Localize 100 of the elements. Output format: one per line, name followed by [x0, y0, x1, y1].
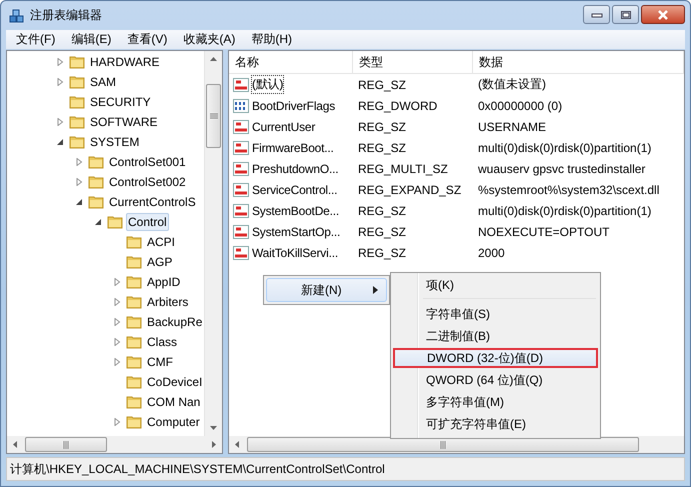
submenu-arrow-icon	[373, 286, 378, 294]
folder-icon	[126, 295, 142, 309]
value-data: %systemroot%\system32\scext.dll	[477, 182, 660, 196]
value-data: wuauserv gpsvc trustedinstaller	[477, 162, 646, 176]
scrollbar-thumb[interactable]	[25, 437, 107, 452]
value-type: REG_SZ	[357, 204, 408, 218]
expand-triangle-icon[interactable]	[56, 118, 64, 126]
folder-icon	[126, 335, 142, 349]
folder-icon	[69, 115, 85, 129]
close-icon	[657, 10, 669, 20]
value-name[interactable]: BootDriverFlags	[251, 98, 336, 114]
tree-item[interactable]: SOFTWARE	[88, 113, 160, 131]
column-header[interactable]: 数据	[473, 51, 684, 73]
string-value-icon	[233, 224, 249, 238]
string-value-icon	[233, 140, 249, 154]
menu-item[interactable]: 帮助(H)	[243, 31, 300, 48]
tree-item[interactable]: Computer	[145, 413, 202, 431]
menu-item[interactable]: 新建(N)	[266, 278, 387, 302]
menu-item[interactable]: 多字符串值(M)	[393, 392, 598, 412]
tree-item[interactable]: ControlSet002	[107, 173, 188, 191]
folder-icon	[69, 95, 85, 109]
tree-item[interactable]: SECURITY	[88, 93, 153, 111]
collapse-triangle-icon[interactable]	[56, 138, 64, 146]
value-data: NOEXECUTE=OPTOUT	[477, 224, 610, 238]
tree-item[interactable]: SAM	[88, 73, 118, 91]
folder-icon	[126, 355, 142, 369]
value-type: REG_DWORD	[357, 98, 438, 112]
column-header[interactable]: 类型	[353, 51, 473, 73]
horizontal-scrollbar[interactable]	[7, 436, 222, 453]
tree-item[interactable]: CurrentControlS	[107, 193, 198, 211]
expand-triangle-icon[interactable]	[75, 178, 83, 186]
value-type: REG_EXPAND_SZ	[357, 182, 462, 196]
tree-item[interactable]: Arbiters	[145, 293, 190, 311]
value-name[interactable]: SystemStartOp...	[251, 224, 342, 240]
maximize-button[interactable]	[612, 5, 639, 24]
expand-triangle-icon[interactable]	[113, 318, 121, 326]
window-title: 注册表编辑器	[30, 7, 102, 24]
tree-item[interactable]: HARDWARE	[88, 53, 162, 71]
expand-triangle-icon[interactable]	[56, 58, 64, 66]
value-data: 2000	[477, 246, 506, 260]
tree-item[interactable]: ACPI	[145, 233, 178, 251]
scrollbar-thumb[interactable]	[206, 84, 221, 148]
maximize-icon	[620, 10, 632, 20]
menu-item[interactable]: 查看(V)	[119, 31, 176, 48]
folder-icon	[126, 235, 142, 249]
expand-triangle-icon[interactable]	[113, 278, 121, 286]
column-header[interactable]: 名称	[229, 51, 353, 73]
value-name[interactable]: SystemBootDe...	[251, 202, 340, 218]
tree-item[interactable]: CMF	[145, 353, 175, 371]
menu-item[interactable]: 编辑(E)	[63, 31, 120, 48]
menu-item[interactable]: 文件(F)	[8, 31, 64, 48]
menu-item[interactable]: 项(K)	[393, 275, 598, 295]
value-name[interactable]: ServiceControl...	[251, 182, 338, 198]
value-type: REG_MULTI_SZ	[357, 162, 449, 176]
tree-item[interactable]: AppID	[145, 273, 182, 291]
tree-item[interactable]: Class	[145, 333, 180, 351]
value-type: REG_SZ	[357, 120, 408, 134]
menu-item[interactable]: 收藏夹(A)	[175, 31, 244, 48]
menu-item[interactable]: DWORD (32-位)值(D)	[393, 348, 598, 368]
expand-triangle-icon[interactable]	[113, 298, 121, 306]
folder-icon	[126, 275, 142, 289]
menu-item[interactable]: 可扩充字符串值(E)	[393, 414, 598, 434]
menu-item[interactable]: 二进制值(B)	[393, 326, 598, 346]
expand-triangle-icon[interactable]	[113, 338, 121, 346]
collapse-triangle-icon[interactable]	[75, 198, 83, 206]
value-name[interactable]: WaitToKillServi...	[251, 244, 339, 260]
folder-icon	[126, 415, 142, 429]
scrollbar-thumb[interactable]	[247, 437, 639, 452]
expand-triangle-icon[interactable]	[113, 418, 121, 426]
tree-item[interactable]: ControlSet001	[107, 153, 188, 171]
expand-triangle-icon[interactable]	[75, 158, 83, 166]
string-value-icon	[233, 182, 249, 196]
tree-item[interactable]: CoDeviceI	[145, 373, 204, 391]
tree-item[interactable]: COM Nan	[145, 393, 202, 411]
menu-item[interactable]: 字符串值(S)	[393, 304, 598, 324]
value-name[interactable]: CurrentUser	[251, 118, 316, 134]
tree-item[interactable]: SYSTEM	[88, 133, 142, 151]
minimize-icon	[590, 12, 602, 18]
expand-triangle-icon[interactable]	[56, 78, 64, 86]
tree-item[interactable]: AGP	[145, 253, 174, 271]
registry-cubes-icon	[9, 8, 25, 24]
value-type: REG_SZ	[357, 78, 408, 92]
string-value-icon	[233, 120, 249, 134]
vertical-scrollbar[interactable]	[204, 51, 222, 436]
folder-icon	[88, 155, 104, 169]
minimize-button[interactable]	[583, 5, 610, 24]
collapse-triangle-icon[interactable]	[94, 218, 102, 226]
folder-icon	[88, 195, 104, 209]
close-button[interactable]	[641, 5, 685, 24]
value-name[interactable]: FirmwareBoot...	[251, 140, 335, 156]
horizontal-scrollbar[interactable]	[229, 436, 684, 453]
value-name[interactable]: (默认)	[251, 75, 284, 94]
folder-icon	[69, 55, 85, 69]
folder-icon	[69, 75, 85, 89]
tree-item[interactable]: Control	[126, 213, 169, 231]
tree-item[interactable]: BackupRe	[145, 313, 204, 331]
string-value-icon	[233, 162, 249, 176]
value-name[interactable]: PreshutdownO...	[251, 160, 340, 176]
expand-triangle-icon[interactable]	[113, 358, 121, 366]
menu-item[interactable]: QWORD (64 位)值(Q)	[393, 370, 598, 390]
